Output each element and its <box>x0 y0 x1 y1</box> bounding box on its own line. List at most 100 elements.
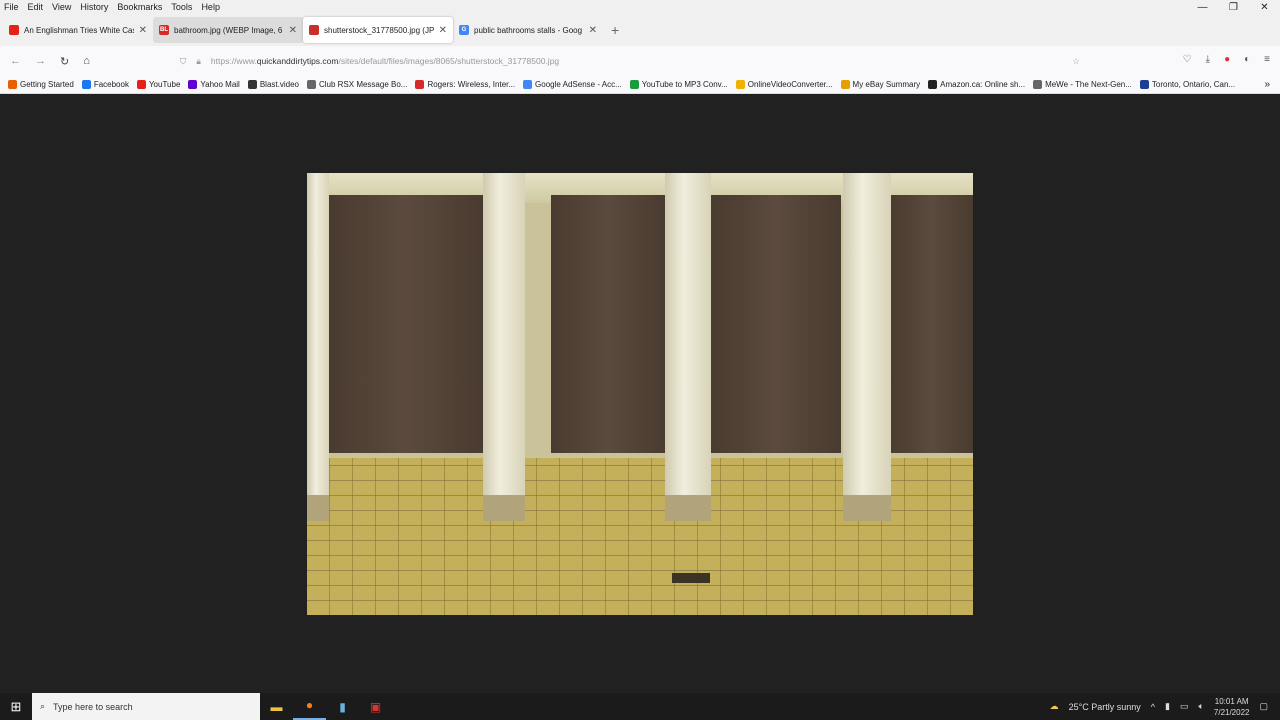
url-text[interactable]: https://www.quickanddirtytips.com/sites/… <box>211 56 559 66</box>
close-tab-icon[interactable]: ✕ <box>139 25 147 36</box>
shield-icon[interactable]: ⛉ <box>180 56 186 67</box>
notifications-icon[interactable]: ▢ <box>1259 701 1268 712</box>
menu-view[interactable]: View <box>52 2 71 12</box>
menu-help[interactable]: Help <box>201 2 220 12</box>
bookmark-favicon-icon <box>415 80 425 89</box>
bookmark-item[interactable]: Getting Started <box>8 80 74 89</box>
tab-title: An Englishman Tries White Cast <box>24 25 134 35</box>
bookmark-item[interactable]: YouTube to MP3 Conv... <box>629 80 728 89</box>
favicon-icon <box>9 25 19 35</box>
volume-icon[interactable]: 🔈︎ <box>1198 701 1203 712</box>
tab[interactable]: An Englishman Tries White Cast ✕ <box>3 17 153 43</box>
tray-chevron-icon[interactable]: ^ <box>1151 702 1155 712</box>
tab-title: bathroom.jpg (WEBP Image, 6 <box>174 25 283 35</box>
bookmark-favicon-icon <box>1139 80 1149 89</box>
bookmark-favicon-icon <box>306 80 316 89</box>
bookmark-label: Toronto, Ontario, Can... <box>1151 80 1236 89</box>
network-icon[interactable]: ▭ <box>1180 701 1189 712</box>
taskbar: ⊞ ⌕ Type here to search ▬ ● ▮ ▣ ☁ 25°C P… <box>0 693 1280 720</box>
menu-file[interactable]: File <box>4 2 19 12</box>
back-icon[interactable]: ← <box>10 55 21 67</box>
nav-bar: ← → ↻ ⌂ ⛉ 🔒︎ https://www.quickanddirtyti… <box>0 46 1280 76</box>
bookmark-favicon-icon <box>840 80 850 89</box>
tab[interactable]: BL bathroom.jpg (WEBP Image, 6 ✕ <box>153 17 303 43</box>
forward-icon[interactable]: → <box>35 55 46 67</box>
adblock-icon[interactable]: ● <box>1224 54 1230 65</box>
tab-title: public bathrooms stalls - Goog <box>474 25 583 35</box>
bookmark-item[interactable]: Rogers: Wireless, Inter... <box>415 80 515 89</box>
bookmark-item[interactable]: Club RSX Message Bo... <box>306 80 408 89</box>
bookmark-item[interactable]: MeWe - The Next-Gen... <box>1033 80 1132 89</box>
bookmark-favicon-icon <box>928 80 938 89</box>
bookmark-label: Facebook <box>93 80 129 89</box>
bookmark-favicon-icon <box>81 80 91 89</box>
address-bar[interactable]: ⛉ 🔒︎ https://www.quickanddirtytips.com/s… <box>180 50 1080 72</box>
bookmark-item[interactable]: Yahoo Mail <box>188 80 240 89</box>
bookmark-item[interactable]: Facebook <box>81 80 129 89</box>
menu-bar: File Edit View History Bookmarks Tools Help <box>0 0 1280 14</box>
microphone-icon[interactable]: ▮ <box>1165 701 1170 712</box>
firefox-icon[interactable]: ● <box>293 693 326 720</box>
bookmark-item[interactable]: Google AdSense - Acc... <box>523 80 622 89</box>
bookmark-label: Amazon.ca: Online sh... <box>940 80 1026 89</box>
bookmark-label: Google AdSense - Acc... <box>535 80 622 89</box>
bookmark-item[interactable]: YouTube <box>136 80 181 89</box>
tab[interactable]: Gpublic bathrooms stalls - Goog ✕ <box>453 17 603 43</box>
bookmark-item[interactable]: My eBay Summary <box>840 80 921 89</box>
bathroom-stalls-image <box>307 173 973 615</box>
bookmark-label: MeWe - The Next-Gen... <box>1045 80 1132 89</box>
bookmark-item[interactable]: Amazon.ca: Online sh... <box>928 80 1025 89</box>
bookmark-label: YouTube <box>148 80 181 89</box>
bookmark-favicon-icon <box>523 80 533 89</box>
bookmark-item[interactable]: OnlineVideoConverter... <box>735 80 833 89</box>
close-tab-icon[interactable]: ✕ <box>289 25 297 36</box>
bookmark-favicon-icon <box>136 80 146 89</box>
notepad-icon[interactable]: ▮ <box>326 700 359 714</box>
file-explorer-icon[interactable]: ▬ <box>260 700 293 714</box>
menu-icon[interactable]: ≡ <box>1264 54 1270 65</box>
new-tab-button[interactable]: + <box>611 22 619 38</box>
bookmark-label: Rogers: Wireless, Inter... <box>427 80 516 89</box>
bookmark-favicon-icon <box>1033 80 1043 89</box>
reload-icon[interactable]: ↻ <box>60 55 69 68</box>
bookmark-favicon-icon <box>8 80 17 89</box>
menu-history[interactable]: History <box>80 2 108 12</box>
windows-start-icon[interactable]: ⊞ <box>0 699 32 715</box>
menu-tools[interactable]: Tools <box>171 2 192 12</box>
bookmark-favicon-icon <box>735 80 745 89</box>
lock-icon[interactable]: 🔒︎ <box>196 56 201 67</box>
bookmark-label: YouTube to MP3 Conv... <box>641 80 728 89</box>
bookmarks-overflow-button[interactable]: » <box>1264 79 1270 90</box>
home-icon[interactable]: ⌂ <box>83 55 90 67</box>
weather-text[interactable]: 25°C Partly sunny <box>1069 702 1141 712</box>
tab-bar: An Englishman Tries White Cast ✕ BL bathroo… <box>0 14 1280 46</box>
weather-icon[interactable]: ☁ <box>1050 701 1059 712</box>
taskbar-search[interactable]: ⌕ Type here to search <box>32 693 260 720</box>
tab-title: shutterstock_31778500.jpg (JPEG <box>324 25 434 35</box>
star-icon[interactable]: ☆ <box>1072 56 1080 67</box>
close-tab-icon[interactable]: ✕ <box>439 25 447 36</box>
menu-bookmarks[interactable]: Bookmarks <box>117 2 162 12</box>
bookmark-label: OnlineVideoConverter... <box>747 80 833 89</box>
extension-icon[interactable]: ◐ <box>1244 54 1250 65</box>
bookmark-label: Getting Started <box>20 80 74 89</box>
bookmark-item[interactable]: Toronto, Ontario, Can... <box>1139 80 1236 89</box>
pocket-icon[interactable]: ♡ <box>1183 54 1192 65</box>
recorder-icon[interactable]: ▣ <box>359 700 392 714</box>
bookmark-item[interactable]: Blast.video <box>247 80 299 89</box>
download-icon[interactable]: ⤓ <box>1206 54 1210 65</box>
favicon-icon <box>309 25 319 35</box>
bookmark-label: Yahoo Mail <box>200 80 240 89</box>
bookmark-label: Blast.video <box>259 80 299 89</box>
close-tab-icon[interactable]: ✕ <box>589 25 597 36</box>
favicon-icon: BL <box>159 25 169 35</box>
bookmark-favicon-icon <box>247 80 257 89</box>
menu-edit[interactable]: Edit <box>28 2 44 12</box>
bookmark-favicon-icon <box>629 80 639 89</box>
bookmark-label: My eBay Summary <box>852 80 921 89</box>
clock[interactable]: 10:01 AM 7/21/2022 <box>1214 696 1250 718</box>
tab[interactable]: shutterstock_31778500.jpg (JPEG ✕ <box>303 17 453 43</box>
search-icon: ⌕ <box>40 701 46 711</box>
search-placeholder: Type here to search <box>53 701 133 712</box>
bookmark-label: Club RSX Message Bo... <box>318 80 408 89</box>
